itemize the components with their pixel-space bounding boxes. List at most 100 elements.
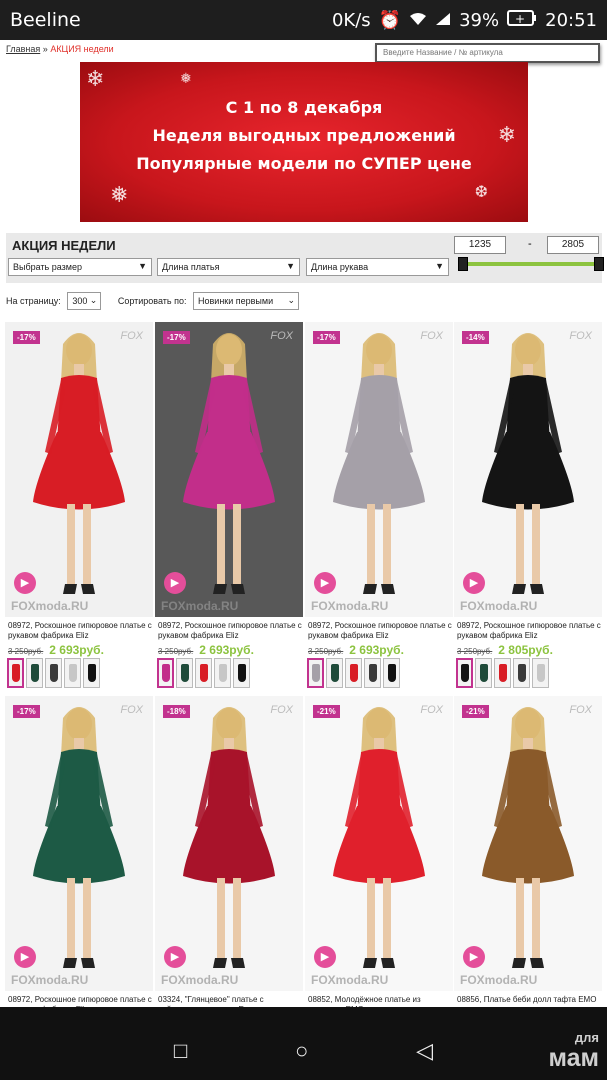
color-variant-thumb[interactable] — [307, 658, 324, 688]
product-title[interactable]: 08972, Роскошное гипюровое платье с рука… — [305, 621, 453, 641]
product-card[interactable]: -17% FOX ▶ FOXmoda.RU 08972, Роскошное г… — [5, 322, 153, 688]
color-variant-thumb[interactable] — [494, 658, 511, 688]
brand-logo: FOX — [420, 704, 443, 716]
product-prices: 3 250руб. 2 693руб. — [155, 641, 303, 657]
product-photo[interactable]: -21% FOX ▶ FOXmoda.RU — [305, 696, 453, 991]
size-select[interactable]: Выбрать размер ▼ — [8, 258, 152, 276]
product-photo[interactable]: -17% FOX ▶ FOXmoda.RU — [155, 322, 303, 617]
snowflake-icon: ❅ — [180, 70, 192, 86]
video-camera-icon[interactable]: ▶ — [463, 572, 485, 594]
snowflake-icon: ❆ — [474, 184, 488, 201]
color-variant-thumb[interactable] — [64, 658, 81, 688]
watermark: FOXmoda.RU — [460, 599, 538, 613]
product-photo[interactable]: -18% FOX ▶ FOXmoda.RU — [155, 696, 303, 991]
product-title[interactable]: 08972, Роскошное гипюровое платье с рука… — [5, 995, 153, 1007]
sort-select[interactable]: Новинки первыми ⌄ — [193, 292, 299, 310]
dress-length-select[interactable]: Длина платья ▼ — [157, 258, 300, 276]
breadcrumb-home-link[interactable]: Главная — [6, 44, 40, 54]
color-variant-thumb[interactable] — [157, 658, 174, 688]
price-dash: - — [528, 238, 532, 250]
wifi-icon — [409, 10, 427, 31]
brand-logo: FOX — [569, 330, 592, 342]
web-page: Главная » АКЦИЯ недели Введите Название … — [0, 40, 607, 1007]
price-slider[interactable] — [458, 257, 604, 271]
watermark: FOXmoda.RU — [161, 973, 239, 987]
video-camera-icon[interactable]: ▶ — [164, 946, 186, 968]
color-variant-thumb[interactable] — [233, 658, 250, 688]
watermark: FOXmoda.RU — [11, 599, 89, 613]
product-card[interactable]: -17% FOX ▶ FOXmoda.RU 08972, Роскошное г… — [5, 696, 153, 1007]
logo-big-text: мам — [548, 1044, 599, 1072]
discount-badge: -17% — [163, 331, 190, 344]
video-camera-icon[interactable]: ▶ — [14, 946, 36, 968]
product-title[interactable]: 08972, Роскошное гипюровое платье с рука… — [155, 621, 303, 641]
video-camera-icon[interactable]: ▶ — [314, 572, 336, 594]
color-variant-thumb[interactable] — [26, 658, 43, 688]
old-price: 3 250руб. — [457, 647, 493, 656]
product-photo[interactable]: -21% FOX ▶ FOXmoda.RU — [454, 696, 602, 991]
product-title[interactable]: 03324, "Глянцевое" платье с пайетками с … — [155, 995, 303, 1007]
product-title[interactable]: 08856, Платье беби долл тафта EMO — [454, 995, 602, 1007]
color-variant-thumb[interactable] — [195, 658, 212, 688]
video-camera-icon[interactable]: ▶ — [314, 946, 336, 968]
recent-apps-button[interactable]: □ — [174, 1038, 187, 1064]
back-button[interactable]: ◁ — [416, 1038, 433, 1064]
color-variant-thumb[interactable] — [176, 658, 193, 688]
color-variant-thumb[interactable] — [345, 658, 362, 688]
carrier-name: Beeline — [10, 9, 81, 31]
product-photo[interactable]: -17% FOX ▶ FOXmoda.RU — [305, 322, 453, 617]
dlya-mam-logo: для мам — [548, 1028, 599, 1072]
color-variant-thumb[interactable] — [7, 658, 24, 688]
product-title[interactable]: 08972, Роскошное гипюровое платье с рука… — [5, 621, 153, 641]
price-slider-max-handle[interactable] — [594, 257, 604, 271]
chevron-down-icon: ▼ — [435, 261, 444, 271]
old-price: 3 250руб. — [158, 647, 194, 656]
video-camera-icon[interactable]: ▶ — [463, 946, 485, 968]
discount-badge: -18% — [163, 705, 190, 718]
product-title[interactable]: 08972, Роскошное гипюровое платье с рука… — [454, 621, 602, 641]
android-nav-bar: □ ○ ◁ для мам — [0, 1022, 607, 1080]
color-variant-thumb[interactable] — [513, 658, 530, 688]
color-variant-thumb[interactable] — [83, 658, 100, 688]
promo-banner[interactable]: ❄ ❅ ❄ ❆ ❅ С 1 по 8 декабря Неделя выгодн… — [80, 62, 528, 222]
breadcrumb-separator: » — [42, 44, 48, 54]
new-price: 2 805руб. — [498, 643, 553, 657]
color-variant-thumb[interactable] — [214, 658, 231, 688]
product-photo[interactable]: -14% FOX ▶ FOXmoda.RU — [454, 322, 602, 617]
battery-level: 39% — [459, 9, 500, 31]
color-variant-thumb[interactable] — [326, 658, 343, 688]
old-price: 3 250руб. — [308, 647, 344, 656]
product-card[interactable]: -18% FOX ▶ FOXmoda.RU 03324, "Глянцевое"… — [155, 696, 303, 1007]
product-card[interactable]: -21% FOX ▶ FOXmoda.RU 08856, Платье беби… — [454, 696, 602, 1007]
product-photo[interactable]: -17% FOX ▶ FOXmoda.RU — [5, 322, 153, 617]
color-variant-thumb[interactable] — [475, 658, 492, 688]
product-card[interactable]: -14% FOX ▶ FOXmoda.RU 08972, Роскошное г… — [454, 322, 602, 688]
chevron-down-icon: ▼ — [286, 261, 295, 271]
sleeve-length-select[interactable]: Длина рукава ▼ — [306, 258, 449, 276]
price-max-input[interactable]: 2805 — [547, 236, 599, 254]
price-min-input[interactable]: 1235 — [454, 236, 506, 254]
color-variant-thumb[interactable] — [364, 658, 381, 688]
color-variant-thumb[interactable] — [45, 658, 62, 688]
status-bar: Beeline 0K/s ⏰ 39% + 20:51 — [0, 0, 607, 40]
color-variant-thumb[interactable] — [383, 658, 400, 688]
color-variant-thumb[interactable] — [456, 658, 473, 688]
video-camera-icon[interactable]: ▶ — [14, 572, 36, 594]
discount-badge: -17% — [313, 331, 340, 344]
product-title[interactable]: 08852, Молодёжное платье из неопрена EMO — [305, 995, 453, 1007]
product-prices: 3 250руб. 2 693руб. — [5, 641, 153, 657]
product-photo[interactable]: -17% FOX ▶ FOXmoda.RU — [5, 696, 153, 991]
new-price: 2 693руб. — [349, 643, 404, 657]
color-variant-thumb[interactable] — [532, 658, 549, 688]
search-input[interactable]: Введите Название / № артикула — [375, 43, 600, 63]
video-camera-icon[interactable]: ▶ — [164, 572, 186, 594]
price-slider-min-handle[interactable] — [458, 257, 468, 271]
product-card[interactable]: -17% FOX ▶ FOXmoda.RU 08972, Роскошное г… — [305, 322, 453, 688]
size-select-value: Выбрать размер — [13, 262, 82, 272]
home-button[interactable]: ○ — [295, 1038, 308, 1064]
per-page-select[interactable]: 300 ⌄ — [67, 292, 102, 310]
watermark: FOXmoda.RU — [11, 973, 89, 987]
product-card[interactable]: -17% FOX ▶ FOXmoda.RU 08972, Роскошное г… — [155, 322, 303, 688]
product-prices: 3 250руб. 2 805руб. — [454, 641, 602, 657]
product-card[interactable]: -21% FOX ▶ FOXmoda.RU 08852, Молодёжное … — [305, 696, 453, 1007]
